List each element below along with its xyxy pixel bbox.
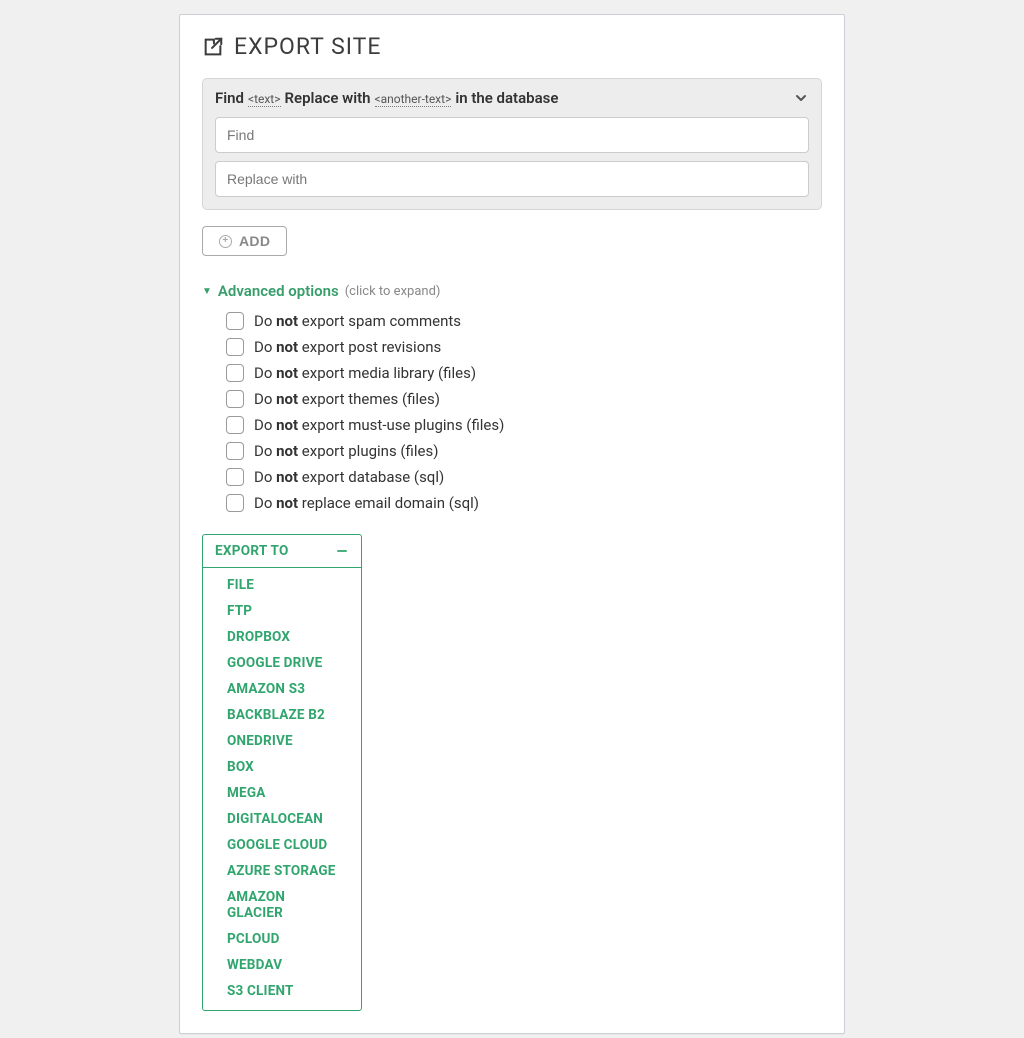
export-to-item[interactable]: AMAZON S3 bbox=[203, 676, 361, 702]
advanced-option-row[interactable]: Do not replace email domain (sql) bbox=[226, 490, 822, 516]
advanced-option-row[interactable]: Do not export plugins (files) bbox=[226, 438, 822, 464]
export-to-item[interactable]: ONEDRIVE bbox=[203, 728, 361, 754]
add-button-label: ADD bbox=[239, 233, 270, 249]
export-to-item[interactable]: FILE bbox=[203, 572, 361, 598]
advanced-option-row[interactable]: Do not export spam comments bbox=[226, 308, 822, 334]
export-site-card: EXPORT SITE Find <text> Replace with <an… bbox=[179, 14, 845, 1034]
advanced-option-row[interactable]: Do not export must-use plugins (files) bbox=[226, 412, 822, 438]
export-icon bbox=[202, 36, 224, 58]
checkbox[interactable] bbox=[226, 416, 244, 434]
advanced-option-label: Do not export must-use plugins (files) bbox=[254, 416, 504, 434]
checkbox[interactable] bbox=[226, 338, 244, 356]
export-to-item[interactable]: DIGITALOCEAN bbox=[203, 806, 361, 832]
export-to-item[interactable]: AMAZON GLACIER bbox=[203, 884, 361, 926]
checkbox[interactable] bbox=[226, 468, 244, 486]
checkbox[interactable] bbox=[226, 390, 244, 408]
find-replace-header-text: Find <text> Replace with <another-text> … bbox=[215, 89, 558, 107]
export-to-item[interactable]: BACKBLAZE B2 bbox=[203, 702, 361, 728]
advanced-option-label: Do not replace email domain (sql) bbox=[254, 494, 479, 512]
find-input[interactable] bbox=[215, 117, 809, 153]
export-to-item[interactable]: WEBDAV bbox=[203, 952, 361, 978]
checkbox[interactable] bbox=[226, 312, 244, 330]
advanced-option-row[interactable]: Do not export database (sql) bbox=[226, 464, 822, 490]
advanced-option-row[interactable]: Do not export media library (files) bbox=[226, 360, 822, 386]
checkbox[interactable] bbox=[226, 494, 244, 512]
advanced-options-toggle[interactable]: ▼ Advanced options (click to expand) bbox=[202, 282, 822, 300]
export-to-dropdown: EXPORT TO FILEFTPDROPBOXGOOGLE DRIVEAMAZ… bbox=[202, 534, 362, 1011]
chevron-down-icon bbox=[793, 90, 809, 106]
advanced-option-label: Do not export plugins (files) bbox=[254, 442, 438, 460]
find-replace-header[interactable]: Find <text> Replace with <another-text> … bbox=[215, 89, 809, 107]
page-title: EXPORT SITE bbox=[234, 33, 381, 60]
export-to-item[interactable]: MEGA bbox=[203, 780, 361, 806]
advanced-option-row[interactable]: Do not export post revisions bbox=[226, 334, 822, 360]
export-to-item[interactable]: PCLOUD bbox=[203, 926, 361, 952]
export-to-item[interactable]: BOX bbox=[203, 754, 361, 780]
add-button[interactable]: + ADD bbox=[202, 226, 287, 256]
export-to-label: EXPORT TO bbox=[215, 543, 289, 559]
minus-icon bbox=[335, 544, 349, 558]
export-to-list: FILEFTPDROPBOXGOOGLE DRIVEAMAZON S3BACKB… bbox=[203, 568, 361, 1010]
export-to-item[interactable]: AZURE STORAGE bbox=[203, 858, 361, 884]
advanced-option-label: Do not export spam comments bbox=[254, 312, 461, 330]
checkbox[interactable] bbox=[226, 364, 244, 382]
replace-input[interactable] bbox=[215, 161, 809, 197]
find-replace-panel: Find <text> Replace with <another-text> … bbox=[202, 78, 822, 210]
disclosure-triangle-icon: ▼ bbox=[202, 286, 212, 297]
advanced-option-label: Do not export post revisions bbox=[254, 338, 441, 356]
advanced-option-row[interactable]: Do not export themes (files) bbox=[226, 386, 822, 412]
export-to-toggle[interactable]: EXPORT TO bbox=[203, 535, 361, 568]
export-to-item[interactable]: S3 CLIENT bbox=[203, 978, 361, 1004]
export-to-item[interactable]: GOOGLE CLOUD bbox=[203, 832, 361, 858]
advanced-option-label: Do not export themes (files) bbox=[254, 390, 440, 408]
plus-circle-icon: + bbox=[219, 235, 232, 248]
advanced-option-label: Do not export database (sql) bbox=[254, 468, 444, 486]
advanced-options-list: Do not export spam comments Do not export… bbox=[202, 308, 822, 516]
page-title-row: EXPORT SITE bbox=[202, 33, 822, 60]
export-to-item[interactable]: DROPBOX bbox=[203, 624, 361, 650]
export-to-item[interactable]: FTP bbox=[203, 598, 361, 624]
advanced-options-hint: (click to expand) bbox=[345, 284, 441, 299]
checkbox[interactable] bbox=[226, 442, 244, 460]
advanced-options-label: Advanced options bbox=[218, 282, 339, 300]
advanced-option-label: Do not export media library (files) bbox=[254, 364, 476, 382]
export-to-item[interactable]: GOOGLE DRIVE bbox=[203, 650, 361, 676]
